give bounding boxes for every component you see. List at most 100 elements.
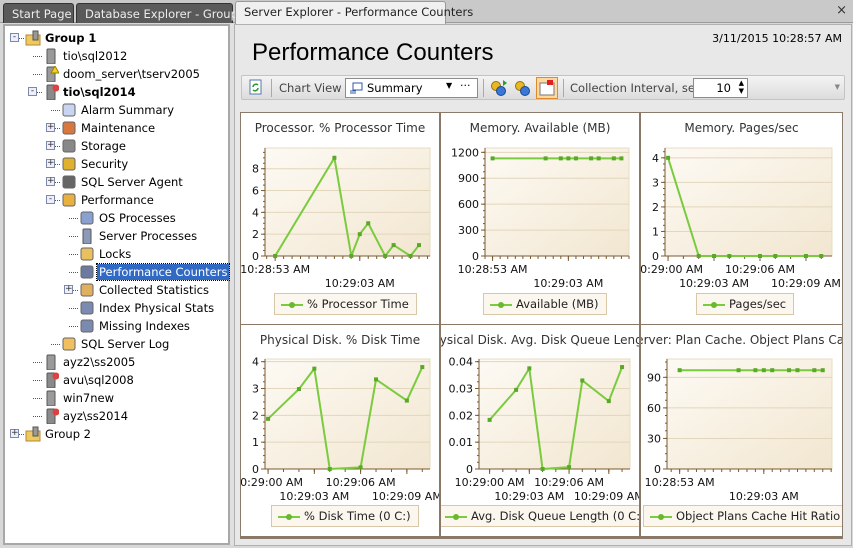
ellipsis-button[interactable]: ··· bbox=[460, 79, 471, 92]
collection-interval-stepper[interactable]: 10 ▲ ▼ bbox=[693, 78, 748, 98]
close-icon[interactable]: × bbox=[836, 3, 847, 18]
tree-item[interactable]: OS Processes bbox=[5, 209, 227, 227]
x-tick-label: 10:29:03 AM bbox=[729, 490, 799, 503]
tree-item[interactable]: + Collected Statistics bbox=[5, 281, 227, 299]
tree-item-label: Group 1 bbox=[45, 31, 97, 45]
data-point bbox=[712, 254, 717, 258]
line-chart: 0 1 2 3 4 10:29:00 AM10:29:03 AM10:29:06 AM10… bbox=[241, 356, 439, 503]
legend-swatch-icon bbox=[445, 513, 467, 520]
data-point bbox=[349, 254, 354, 258]
data-point bbox=[296, 387, 301, 392]
refresh-icon[interactable] bbox=[249, 79, 263, 96]
os-processes-icon bbox=[79, 210, 95, 226]
y-tick-label: 0 bbox=[252, 463, 259, 476]
data-point bbox=[558, 156, 563, 161]
server-icon bbox=[43, 390, 59, 407]
toolbar: Chart View Summary ▼ ··· Collection Inte… bbox=[241, 75, 845, 100]
server-icon bbox=[43, 48, 59, 65]
tree-connector bbox=[51, 344, 60, 345]
chart-panel: Physical Disk. % Disk Time0123410:29:00 … bbox=[241, 325, 441, 538]
y-tick-label: 2 bbox=[652, 201, 659, 214]
expand-icon[interactable]: + bbox=[46, 141, 55, 150]
tree-item[interactable]: Missing Indexes bbox=[5, 317, 227, 335]
data-point bbox=[736, 368, 741, 373]
collapse-icon[interactable]: - bbox=[28, 87, 37, 96]
collapse-icon[interactable]: - bbox=[10, 33, 19, 42]
window-toggle-button[interactable] bbox=[536, 77, 558, 99]
spin-arrows-icon[interactable]: ▲ ▼ bbox=[739, 79, 744, 95]
tree-item[interactable]: ayz\ss2014 bbox=[5, 407, 227, 425]
plot-area bbox=[478, 358, 631, 470]
data-point bbox=[761, 368, 766, 373]
tree-item-label: tio\sql2014 bbox=[63, 85, 136, 99]
tree-connector bbox=[69, 272, 78, 273]
tree-item[interactable]: Alarm Summary bbox=[5, 101, 227, 119]
tab-server-explorer[interactable]: Server Explorer - Performance Counters bbox=[235, 1, 473, 24]
tree-item[interactable]: + Storage bbox=[5, 137, 227, 155]
tree-item[interactable]: doom_server\tserv2005 bbox=[5, 64, 227, 83]
data-point bbox=[358, 465, 363, 470]
lock-icon bbox=[79, 246, 95, 262]
tab-database-explorer[interactable]: Database Explorer - Group 1 bbox=[76, 3, 249, 23]
tree-item[interactable]: Performance Counters bbox=[5, 263, 231, 281]
y-tick-label: 90 bbox=[647, 371, 661, 384]
expand-icon[interactable]: + bbox=[46, 123, 55, 132]
tree-item[interactable]: + SQL Server Agent bbox=[5, 173, 227, 191]
chart-panel: Memory. Available (MB) 0 300 600 900 1200 10:2… bbox=[441, 113, 641, 326]
tree-connector bbox=[51, 110, 60, 111]
plot-area bbox=[264, 358, 431, 470]
group-folder-icon bbox=[25, 426, 41, 442]
tree-item[interactable]: - Group 1 bbox=[5, 29, 227, 47]
maintenance-icon bbox=[61, 120, 77, 136]
tree-connector bbox=[33, 74, 42, 75]
tree-item[interactable]: avu\sql2008 bbox=[5, 371, 227, 389]
start-gears-icon[interactable] bbox=[490, 79, 508, 97]
x-tick-label: 10:29:00 AM bbox=[241, 476, 303, 489]
expand-icon[interactable]: + bbox=[46, 177, 55, 186]
tree-item-label: Maintenance bbox=[81, 121, 156, 135]
chart-view-label: Chart View bbox=[279, 81, 342, 95]
key-icon bbox=[61, 156, 77, 172]
tree-item[interactable]: + Maintenance bbox=[5, 119, 227, 137]
tree-item[interactable]: Locks bbox=[5, 245, 227, 263]
collapse-icon[interactable]: - bbox=[46, 195, 55, 204]
tree-item[interactable]: Server Processes bbox=[5, 227, 227, 245]
tree-item[interactable]: - Performance bbox=[5, 191, 227, 209]
tree-item[interactable]: tio\sql2012 bbox=[5, 47, 227, 65]
tab-start-page[interactable]: Start Page bbox=[3, 3, 74, 23]
data-point bbox=[266, 416, 271, 421]
x-tick-label: 10:29:03 AM bbox=[533, 277, 603, 290]
main-panel: Performance Counters 3/11/2015 10:28:57 … bbox=[234, 24, 852, 546]
x-tick-label: 10:29:03 AM bbox=[494, 490, 564, 503]
legend-swatch-icon bbox=[490, 301, 512, 308]
data-point bbox=[543, 156, 548, 161]
data-point bbox=[420, 365, 425, 370]
expand-icon[interactable]: + bbox=[10, 429, 19, 438]
data-point bbox=[620, 365, 625, 370]
tree-item[interactable]: win7new bbox=[5, 389, 227, 407]
tree-item[interactable]: + Group 2 bbox=[5, 425, 227, 443]
data-point bbox=[589, 156, 594, 161]
tree-item[interactable]: SQL Server Log bbox=[5, 335, 227, 353]
storage-icon bbox=[61, 138, 77, 154]
tree-item[interactable]: ayz2\ss2005 bbox=[5, 353, 227, 371]
tree-item[interactable]: + Security bbox=[5, 155, 227, 173]
tree-item-label: Storage bbox=[81, 139, 126, 153]
y-tick-label: 4 bbox=[252, 206, 259, 219]
gears-icon[interactable] bbox=[514, 79, 532, 97]
toolbar-overflow-icon[interactable]: ▼ bbox=[835, 83, 840, 91]
chart-legend: Available (MB) bbox=[483, 293, 607, 315]
tree-item-label: ayz\ss2014 bbox=[63, 409, 129, 423]
expand-icon[interactable]: + bbox=[64, 285, 73, 294]
x-tick-label: 10:29:06 AM bbox=[534, 476, 604, 489]
legend-swatch-icon bbox=[650, 513, 672, 520]
chart-legend: Pages/sec bbox=[696, 293, 795, 315]
chart-panel: Memory. Pages/sec0123410:29:00 AM10:29:0… bbox=[641, 113, 842, 326]
tree-connector bbox=[33, 416, 42, 417]
y-tick-label: 0 bbox=[252, 250, 259, 263]
tree-item[interactable]: Index Physical Stats bbox=[5, 299, 227, 317]
chevron-down-icon[interactable]: ▼ bbox=[446, 81, 452, 90]
tree-item[interactable]: - tio\sql2014 bbox=[5, 83, 227, 101]
chart-view-select[interactable]: Summary ▼ ··· bbox=[345, 78, 478, 98]
expand-icon[interactable]: + bbox=[46, 159, 55, 168]
